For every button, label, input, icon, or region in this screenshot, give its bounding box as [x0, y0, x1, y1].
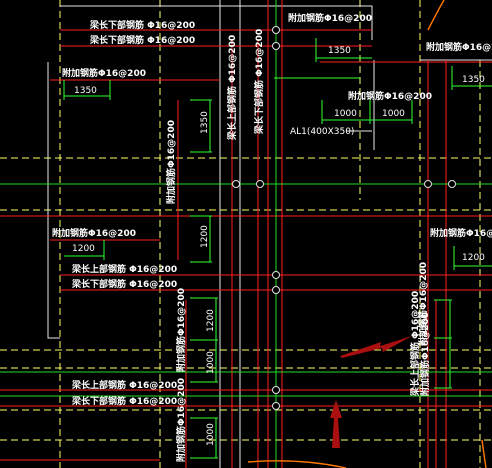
- label-right-top-rebar: 附加钢筋Φ16@200: [426, 41, 492, 53]
- vlabel-rebar-1: 附加钢筋Φ16@200: [165, 120, 177, 204]
- label-beam-bottom-rebar-2: 梁长下部钢筋 Φ16@200: [71, 278, 177, 290]
- dim-1000-vert-b: 1000: [206, 423, 216, 446]
- dim-1000-vert-a: 1000: [206, 351, 216, 374]
- label-left-rebar-1: 附加钢筋Φ16@200: [62, 67, 146, 79]
- vlabel-rebar-4: 附加钢筋Φ16@200: [175, 288, 187, 372]
- label-beam-bottom-rebar-3: 梁长下部钢筋 Φ16@200: [71, 395, 177, 407]
- label-right-rebar-2: 附加钢筋Φ16@200: [430, 227, 492, 239]
- label-mid-rebar: 附加钢筋Φ16@200: [348, 90, 432, 102]
- label-beam-top-rebar-2: 梁长上部钢筋 Φ16@200: [71, 263, 177, 275]
- dim-1000-a: 1000: [334, 109, 357, 119]
- dim-1200-vert-a: 1200: [200, 225, 210, 248]
- vlabel-rebar-2: 梁长上部钢筋 Φ16@200: [226, 35, 238, 141]
- cad-drawing-canvas[interactable]: 附加钢筋Φ16@200 梁长下部钢筋 Φ16@200 梁长下部钢筋 Φ16@20…: [0, 0, 492, 468]
- label-beam-bottom-rebar-1a: 梁长下部钢筋 Φ16@200: [89, 19, 195, 31]
- dim-1350-vert: 1350: [200, 111, 210, 134]
- vlabel-rebar-3: 梁长下部钢筋 Φ16@200: [253, 29, 265, 135]
- label-beam-bottom-rebar-1b: 梁长下部钢筋 Φ16@200: [89, 34, 195, 46]
- dim-1350-right: 1350: [462, 75, 485, 85]
- vlabel-rebar-5: 附加钢筋Φ16@200: [175, 378, 187, 462]
- vlabel-rebar-8: 附加钢筋Φ16@200: [419, 312, 431, 396]
- dim-1000-b: 1000: [382, 109, 405, 119]
- dim-1350-left: 1350: [74, 86, 97, 96]
- label-top-rebar-1: 附加钢筋Φ16@200: [288, 12, 372, 24]
- dim-1200-right: 1200: [462, 253, 485, 263]
- label-left-rebar-2: 附加钢筋Φ16@200: [52, 227, 136, 239]
- dim-1200-left: 1200: [72, 244, 95, 254]
- red-arrows: [330, 336, 412, 448]
- label-beam-top-rebar-3: 梁长上部钢筋 Φ16@200: [71, 379, 177, 391]
- vlabel-rebar-7: 梁长上部钢筋 Φ16@200: [409, 291, 421, 397]
- dim-1350-top: 1350: [328, 46, 351, 56]
- label-beam-tag: AL1(400X350): [290, 127, 354, 137]
- dim-1200-vert-b: 1200: [206, 309, 216, 332]
